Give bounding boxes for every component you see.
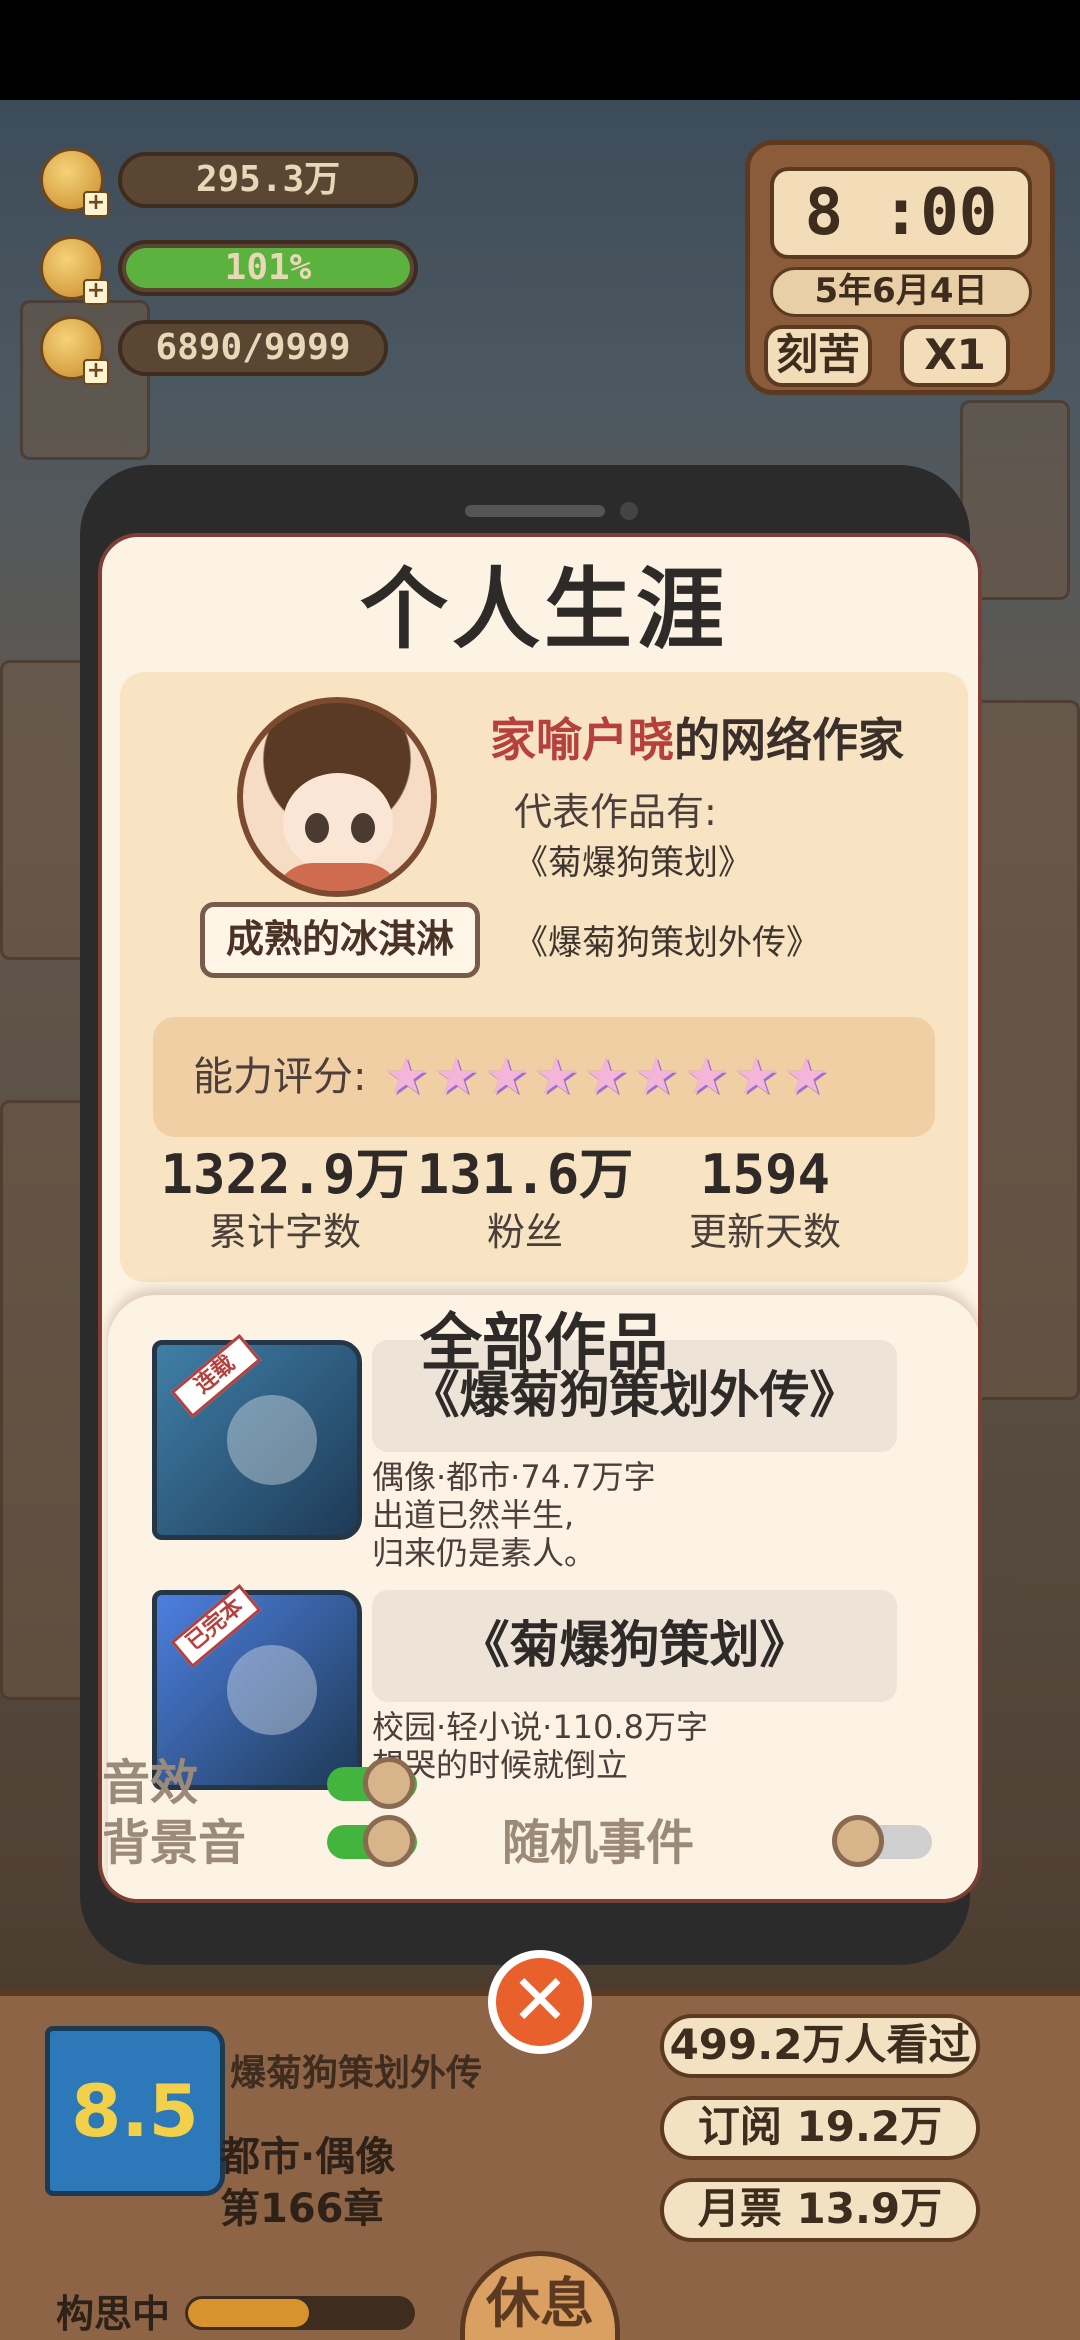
current-book-genre: 都市·偶像 [220,2134,396,2180]
speed-button[interactable]: X1 [900,325,1010,387]
stat-update-days: 1594 更新天数 [635,1142,895,1256]
stat-total-words: 1322.9万 累计字数 [155,1142,415,1256]
work-meta: 偶像·都市·74.7万字 出道已然半生, 归来仍是素人。 [372,1458,912,1572]
work-mode-button[interactable]: 刻苦 [764,325,872,387]
headline-highlight: 家喻户晓 [490,713,674,767]
profile-card: 成熟的冰淇淋 家喻户晓的网络作家 代表作品有: 《菊爆狗策划》 《爆菊狗策划外传… [120,672,968,1282]
stat-label: 更新天数 [688,1210,841,1254]
energy-bar: 101% [118,240,418,296]
stat-label: 累计字数 [208,1210,361,1254]
rating-star-icon: ★ [633,1047,679,1105]
work-title: 《菊爆狗策划》 [372,1590,897,1702]
current-book-title: 爆菊狗策划外传 [230,2053,483,2094]
settings-area: 音效 背景音 随机事件 [102,1755,974,1895]
lightbulb-icon: + [40,316,109,385]
all-works-title: 全部作品 [419,1306,668,1379]
rating-star-icon: ★ [433,1047,479,1105]
author-headline: 家喻户晓的网络作家 [490,710,960,770]
rating-star-icon: ★ [683,1047,729,1105]
rating-star-icon: ★ [483,1047,529,1105]
random-event-label: 随机事件 [502,1815,695,1871]
thinking-label: 构思中 [56,2292,171,2336]
stat-label: 粉丝 [486,1210,563,1254]
thinking-progress-bar [185,2296,415,2330]
ability-rating: 能力评分: ★ ★ ★ ★ ★ ★ ★ ★ ★ [153,1017,935,1137]
headline-rest: 的网络作家 [674,713,904,767]
career-modal: 个人生涯 成熟的冰淇淋 家喻户晓的网络作家 代表作品有: 《菊爆狗策划》 《爆菊… [98,533,982,1903]
work-meta: 校园·轻小说·110.8万字 想哭的时候就倒立 [372,1708,912,1784]
current-book-cover[interactable]: 8.5 [45,2026,225,2196]
energy-row[interactable]: + 101% [40,236,418,305]
representative-works-label: 代表作品有: [514,790,717,834]
representative-work-1: 《菊爆狗策划》 [514,843,752,883]
representative-work-2: 《爆菊狗策划外传》 [514,923,820,963]
nickname-badge: 成熟的冰淇淋 [200,902,480,978]
modal-title: 个人生涯 [359,558,728,661]
work-desc-1: 出道已然半生, [372,1496,575,1534]
sound-effect-label: 音效 [102,1755,199,1811]
rating-label: 能力评分: [193,1054,367,1100]
clock-date: 5年6月4日 [770,267,1032,317]
stat-value: 1322.9万 [160,1143,410,1206]
stat-value: 1594 [699,1143,831,1206]
work-tags: 偶像·都市·74.7万字 [372,1458,656,1496]
rating-star-icon: ★ [533,1047,579,1105]
random-event-toggle[interactable] [832,1815,932,1867]
clock-time: 8 :00 [770,167,1032,259]
rating-star-icon: ★ [583,1047,629,1105]
current-book-chapter: 第166章 [220,2186,384,2232]
phone-camera [620,502,638,520]
rating-star-icon: ★ [383,1047,429,1105]
rest-button[interactable]: 休息 [460,2251,620,2340]
stat-fans: 131.6万 粉丝 [395,1142,655,1256]
rating-star-icon: ★ [733,1047,779,1105]
close-button[interactable]: ✕ [488,1950,592,2054]
lightning-icon: + [40,236,109,305]
coin-icon: + [40,148,109,217]
rating-star-icon: ★ [783,1047,829,1105]
microphone-icon [227,1395,317,1485]
inspiration-row[interactable]: + 6890/9999 [40,316,388,385]
subscriptions-pill: 订阅 19.2万 [660,2096,980,2160]
views-pill: 499.2万人看过 [660,2014,980,2078]
monthly-votes-pill: 月票 13.9万 [660,2178,980,2242]
phone-speaker [465,505,605,517]
inspiration-value: 6890/9999 [118,320,388,376]
avatar [237,697,437,897]
bgm-label: 背景音 [102,1815,247,1871]
work-desc-2: 归来仍是素人。 [372,1534,597,1572]
graduation-cap-icon [227,1645,317,1735]
sound-effect-toggle[interactable] [327,1757,417,1809]
game-clock: 8 :00 5年6月4日 刻苦 X1 [745,140,1055,395]
work-tags: 校园·轻小说·110.8万字 [372,1708,708,1746]
status-bar [0,0,1080,100]
current-book-meta: 都市·偶像 第166章 [220,2131,395,2235]
stat-value: 131.6万 [416,1143,634,1206]
bgm-toggle[interactable] [327,1815,417,1867]
coins-row[interactable]: + 295.3万 [40,148,418,217]
rating-stars: ★ ★ ★ ★ ★ ★ ★ ★ ★ [381,1045,831,1107]
coins-value: 295.3万 [118,152,418,208]
